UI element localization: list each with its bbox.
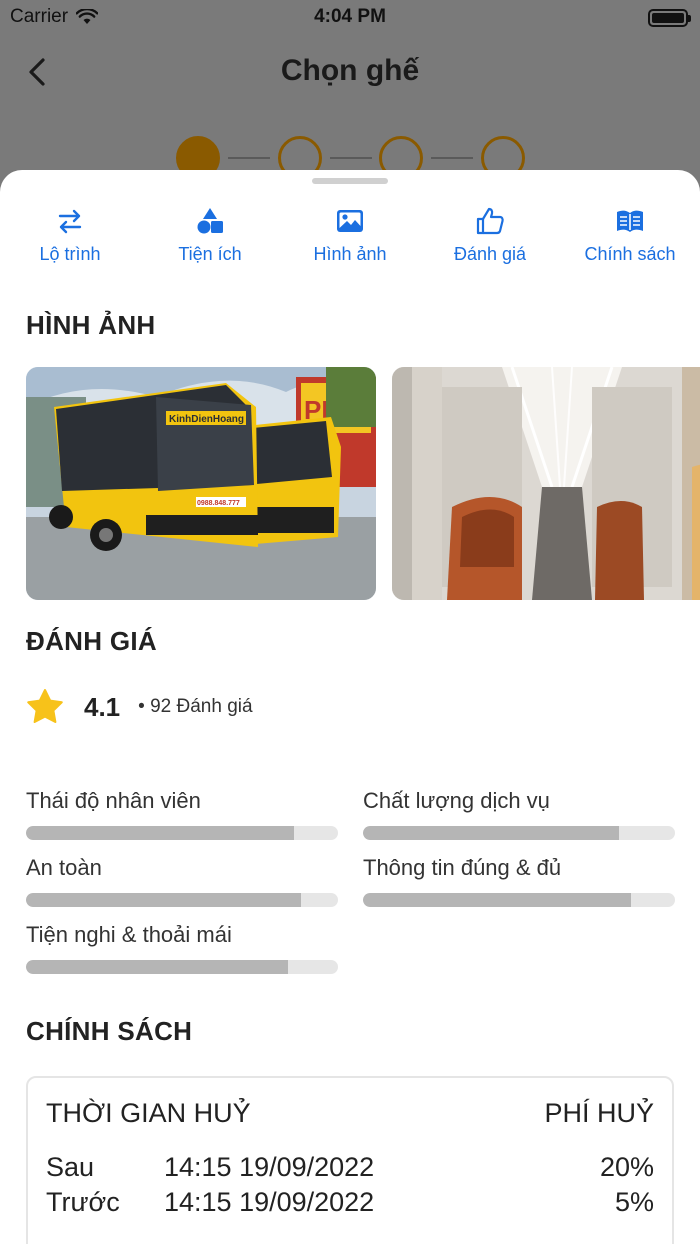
criterion-bar xyxy=(26,893,338,907)
criterion-bar xyxy=(363,826,675,840)
tab-policy-label: Chính sách xyxy=(584,244,676,264)
battery-icon xyxy=(648,9,691,27)
step-divider xyxy=(228,157,270,159)
criterion-accurate-info: Thông tin đúng & đủ xyxy=(363,855,675,907)
tab-reviews-label: Đánh giá xyxy=(453,244,527,264)
bus-phone-text: 0988.848.777 xyxy=(197,500,240,507)
policy-fee: 20% xyxy=(599,1152,654,1182)
rating-count: • 92 Đánh giá xyxy=(138,696,253,717)
criterion-comfort: Tiện nghi & thoải mái xyxy=(26,922,338,974)
bus-brand-text: KinhDienHoang xyxy=(169,414,244,425)
review-section-title: ĐÁNH GIÁ xyxy=(26,626,157,656)
criterion-service-quality: Chất lượng dịch vụ xyxy=(363,788,675,840)
criterion-bar-fill xyxy=(26,826,295,840)
sheet-grabber[interactable] xyxy=(312,178,388,184)
policy-when: Trước xyxy=(46,1187,120,1217)
image-icon xyxy=(337,210,363,232)
policy-header: THỜI GIAN HUỶ PHÍ HUỶ xyxy=(46,1098,654,1129)
criterion-safety: An toàn xyxy=(26,855,338,907)
tab-policy[interactable]: Chính sách xyxy=(560,206,700,276)
star-icon xyxy=(27,689,63,723)
bus-interior-photo[interactable] xyxy=(392,367,700,600)
bus-interior-image xyxy=(392,367,700,600)
photo-gallery[interactable]: PHỞ KinhDienHoang 0988.848.777 xyxy=(26,367,700,600)
tab-amenities[interactable]: Tiện ích xyxy=(140,206,280,276)
step-divider xyxy=(431,157,473,159)
policy-fee: 5% xyxy=(614,1187,654,1217)
criterion-staff-attitude: Thái độ nhân viên xyxy=(26,788,338,840)
policy-datetime: 14:15 19/09/2022 xyxy=(164,1187,375,1217)
policy-section-title: CHÍNH SÁCH xyxy=(26,1016,193,1046)
tab-route-label: Lộ trình xyxy=(39,244,101,264)
info-tabs: Lộ trình Tiện ích Hình ảnh Đánh giá Chín… xyxy=(0,206,700,276)
swap-arrows-icon xyxy=(58,209,82,234)
rating-score: 4.1 xyxy=(84,691,121,722)
bus-info-sheet: Lộ trình Tiện ích Hình ảnh Đánh giá Chín… xyxy=(0,170,700,1244)
tab-amenities-label: Tiện ích xyxy=(178,244,242,264)
policy-col-fee: PHÍ HUỶ xyxy=(544,1098,654,1128)
criterion-label: Chất lượng dịch vụ xyxy=(363,788,550,813)
tab-route[interactable]: Lộ trình xyxy=(0,206,140,276)
policy-datetime: 14:15 19/09/2022 xyxy=(164,1152,375,1182)
policy-when: Sau xyxy=(46,1152,95,1182)
page-title: Chọn ghế xyxy=(280,54,420,87)
cancellation-policy-table: THỜI GIAN HUỶ PHÍ HUỶ Sau 14:15 19/09/20… xyxy=(26,1076,674,1244)
criterion-bar xyxy=(363,893,675,907)
tab-images[interactable]: Hình ảnh xyxy=(280,206,420,276)
tab-images-label: Hình ảnh xyxy=(313,244,387,264)
step-divider xyxy=(330,157,372,159)
thumbs-up-icon xyxy=(476,207,504,235)
nav-bar: Chọn ghế xyxy=(0,44,700,100)
bus-exterior-photo[interactable]: PHỞ KinhDienHoang 0988.848.777 xyxy=(26,367,376,600)
book-icon xyxy=(617,210,643,232)
shapes-icon xyxy=(197,208,223,234)
tab-reviews[interactable]: Đánh giá xyxy=(420,206,560,276)
images-section-title: HÌNH ẢNH xyxy=(26,310,156,340)
bus-exterior-image: PHỞ KinhDienHoang 0988.848.777 xyxy=(26,367,376,600)
policy-row: Trước 14:15 19/09/2022 5% xyxy=(46,1187,654,1221)
criterion-label: Thông tin đúng & đủ xyxy=(363,855,562,880)
criterion-bar-fill xyxy=(363,893,632,907)
criterion-bar-fill xyxy=(363,826,619,840)
clock: 4:04 PM xyxy=(314,6,386,27)
criterion-bar-fill xyxy=(26,893,301,907)
criterion-bar xyxy=(26,960,338,974)
criterion-bar-fill xyxy=(26,960,289,974)
policy-col-time: THỜI GIAN HUỶ xyxy=(46,1098,251,1128)
criterion-bar xyxy=(26,826,338,840)
rating-summary: 4.1 • 92 Đánh giá xyxy=(26,688,253,726)
criterion-label: An toàn xyxy=(26,855,102,880)
status-bar: Carrier 4:04 PM xyxy=(0,0,700,36)
criterion-label: Tiện nghi & thoải mái xyxy=(26,922,232,947)
criterion-label: Thái độ nhân viên xyxy=(26,788,201,813)
policy-row: Sau 14:15 19/09/2022 20% xyxy=(46,1152,654,1186)
